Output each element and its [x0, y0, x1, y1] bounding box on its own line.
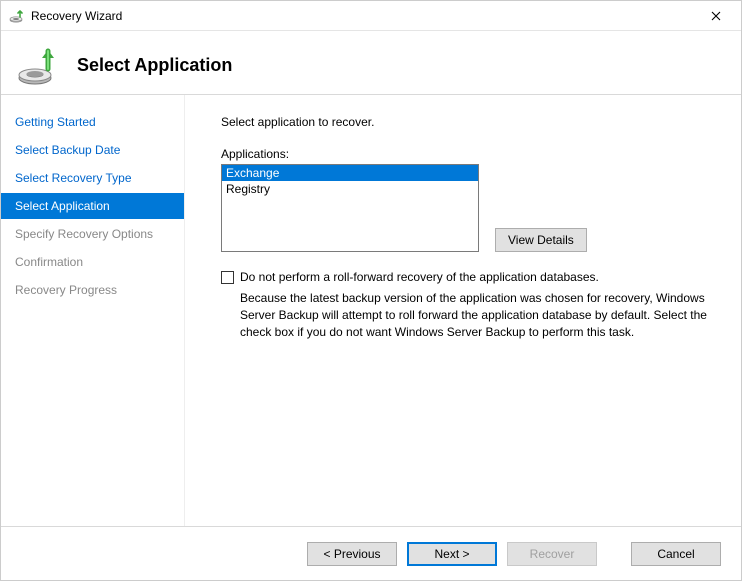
sidebar-item-select-backup-date[interactable]: Select Backup Date	[1, 137, 184, 163]
applications-listbox[interactable]: Exchange Registry	[221, 164, 479, 252]
view-details-button[interactable]: View Details	[495, 228, 587, 252]
app-icon	[9, 8, 25, 24]
checkbox-label: Do not perform a roll-forward recovery o…	[240, 270, 599, 284]
description-text: Because the latest backup version of the…	[240, 290, 713, 340]
sidebar-item-select-recovery-type[interactable]: Select Recovery Type	[1, 165, 184, 191]
list-item[interactable]: Exchange	[222, 165, 478, 181]
wizard-icon	[17, 44, 61, 88]
sidebar-item-recovery-progress: Recovery Progress	[1, 277, 184, 303]
sidebar-item-getting-started[interactable]: Getting Started	[1, 109, 184, 135]
previous-button[interactable]: < Previous	[307, 542, 397, 566]
wizard-footer: < Previous Next > Recover Cancel	[1, 526, 741, 580]
sidebar-item-specify-recovery-options: Specify Recovery Options	[1, 221, 184, 247]
window-title: Recovery Wizard	[31, 9, 695, 23]
sidebar-item-confirmation: Confirmation	[1, 249, 184, 275]
sidebar-item-select-application[interactable]: Select Application	[1, 193, 184, 219]
wizard-body: Getting Started Select Backup Date Selec…	[1, 95, 741, 526]
close-button[interactable]	[695, 2, 737, 30]
list-item[interactable]: Registry	[222, 181, 478, 197]
recover-button: Recover	[507, 542, 597, 566]
cancel-button[interactable]: Cancel	[631, 542, 721, 566]
applications-label: Applications:	[221, 147, 713, 161]
wizard-content: Select application to recover. Applicati…	[185, 95, 741, 526]
page-title: Select Application	[77, 55, 232, 76]
titlebar: Recovery Wizard	[1, 1, 741, 31]
wizard-header: Select Application	[1, 31, 741, 95]
roll-forward-checkbox[interactable]	[221, 271, 234, 284]
next-button[interactable]: Next >	[407, 542, 497, 566]
instruction-text: Select application to recover.	[221, 115, 713, 129]
wizard-steps-sidebar: Getting Started Select Backup Date Selec…	[1, 95, 185, 526]
